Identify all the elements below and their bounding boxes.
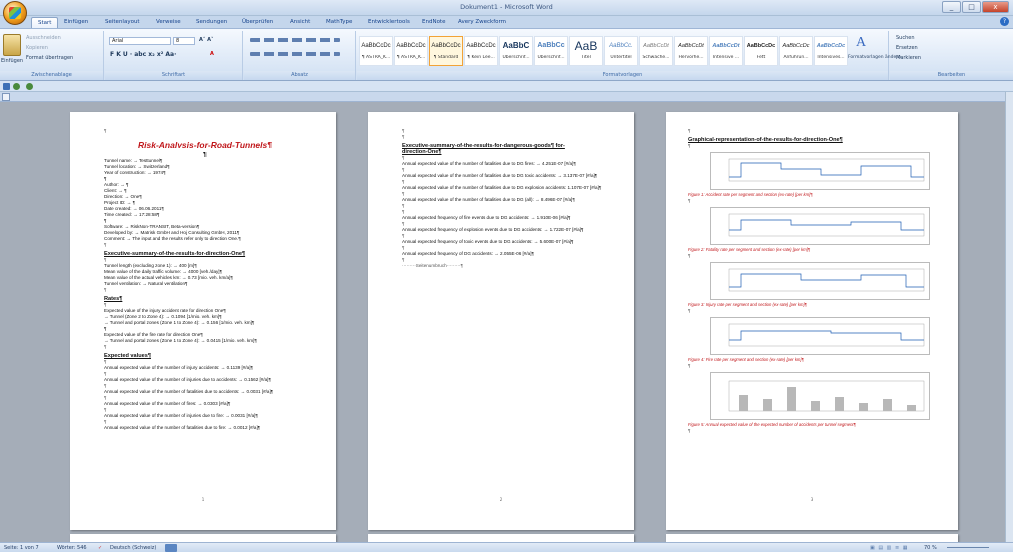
zoom-level[interactable]: 70 %	[924, 543, 937, 552]
page-number: 1	[201, 497, 205, 502]
style-item[interactable]: AaBbCc Überschrif...	[534, 36, 568, 66]
font-group-label: Schriftart	[105, 71, 242, 80]
dg-summary-heading: Executive-summary-of-the-results-for-dan…	[402, 143, 565, 155]
meta-lines: Tunnel name: → Testtunnel¶ Tunnel locatio…	[104, 158, 241, 241]
page-break-marker: ·········Seitenumbruch·········¶	[402, 263, 463, 268]
page-number: 3	[810, 497, 814, 502]
quick-access-toolbar	[0, 81, 1013, 92]
maximize-button[interactable]: □	[962, 1, 981, 13]
tab-entwicklertools[interactable]: Entwicklertools	[362, 17, 416, 28]
style-item[interactable]: AaB Titel	[569, 36, 603, 66]
clipboard-group: Einfügen Ausschneiden Kopieren Format üb…	[0, 31, 104, 80]
document-page-1[interactable]: ¶ Risk-Analysis-for-Road-Tunnels¶ ¶ Tunn…	[70, 112, 336, 530]
zoom-slider[interactable]	[947, 547, 989, 548]
vertical-scrollbar[interactable]	[1005, 92, 1013, 542]
window-title: Dokument1 - Microsoft Word	[460, 3, 553, 11]
figure-3-chart	[710, 262, 930, 300]
alignment-buttons[interactable]	[250, 52, 340, 56]
select-button[interactable]: Markieren	[896, 55, 921, 61]
ruler-toggle-button[interactable]	[2, 93, 10, 101]
paste-icon[interactable]	[3, 34, 21, 56]
word-count-status[interactable]: Wörter: 546	[57, 543, 87, 552]
document-page-2[interactable]: ¶ ¶ Executive-summary-of-the-results-for-…	[368, 112, 634, 530]
style-item[interactable]: AaBbCcDc ¶ ASTRA_K...	[359, 36, 393, 66]
style-item[interactable]: AaBbCc. Untertitel	[604, 36, 638, 66]
minimize-button[interactable]: _	[942, 1, 961, 13]
save-icon[interactable]	[3, 83, 10, 90]
font-family-select[interactable]: Arial	[109, 37, 171, 45]
styles-group-label: Formatvorlagen	[357, 71, 888, 80]
title-bar: Dokument1 - Microsoft Word _ □ x	[0, 0, 1013, 16]
tab-verweise[interactable]: Verweise	[150, 17, 187, 28]
close-button[interactable]: x	[982, 1, 1009, 13]
spellcheck-icon[interactable]: ✓	[98, 543, 102, 552]
undo-icon[interactable]	[13, 83, 20, 90]
font-format-buttons[interactable]: F K U · abc x₂ x² Aa·	[110, 51, 176, 58]
copy-button[interactable]: Kopieren	[26, 45, 48, 51]
expected-values-lines: Annual expected value of the number of i…	[104, 365, 274, 430]
page-number: 2	[499, 497, 503, 502]
font-group: Arial 8 A˄ A˅ F K U · abc x₂ x² Aa· A Sc…	[105, 31, 243, 80]
tab-ansicht[interactable]: Ansicht	[284, 17, 316, 28]
style-item[interactable]: AaBbCcDt Hervorhe...	[674, 36, 708, 66]
summary-lines: Tunnel length (excluding zone 1): → 400 …	[104, 263, 233, 286]
editing-group-label: Bearbeiten	[890, 71, 1013, 80]
office-button[interactable]	[3, 1, 27, 25]
paragraph-group: Absatz	[244, 31, 356, 80]
tab-seitenlayout[interactable]: Seitenlayout	[99, 17, 146, 28]
style-item[interactable]: AaBbCcDc Anführun...	[779, 36, 813, 66]
styles-group: AaBbCcDc ¶ ASTRA_K... AaBbCcDc ¶ ASTRA_K..…	[357, 31, 901, 80]
document-workspace: ¶ Risk-Analysis-for-Road-Tunnels¶ ¶ Tunn…	[0, 102, 1005, 546]
paste-button[interactable]: Einfügen	[1, 58, 23, 64]
view-mode-buttons[interactable]: ▣ ▤ ▥ ≡ ▦	[870, 543, 908, 552]
tab-start[interactable]: Start	[31, 17, 59, 28]
tab-einfuegen[interactable]: Einfügen	[58, 17, 94, 28]
ribbon-tabs: Start Einfügen Seitenlayout Verweise Sen…	[0, 16, 1013, 28]
help-icon[interactable]: ?	[1000, 17, 1009, 26]
font-grow-shrink-buttons[interactable]: A˄ A˅	[199, 37, 213, 43]
style-item[interactable]: AaBbCcDt Intensive ...	[709, 36, 743, 66]
style-item[interactable]: AaBbCcDc ¶ Kein Lee...	[464, 36, 498, 66]
language-status[interactable]: Deutsch (Schweiz)	[110, 543, 156, 552]
style-item[interactable]: AaBbC Überschrif...	[499, 36, 533, 66]
tab-avery-zweckform[interactable]: Avery Zweckform	[452, 17, 512, 28]
list-buttons[interactable]	[250, 38, 340, 42]
change-styles-icon[interactable]: A	[856, 35, 866, 51]
ruler-bar	[0, 92, 1013, 102]
office-logo-icon	[9, 7, 21, 19]
figure-5-chart	[710, 372, 930, 420]
document-title: Risk-Analysis-for-Road-Tunnels¶	[138, 142, 272, 148]
document-page-3[interactable]: ¶ Graphical-representation-of-the-result…	[666, 112, 958, 530]
paragraph-group-label: Absatz	[244, 71, 355, 80]
dg-lines: Annual expected value of the number of f…	[402, 161, 602, 262]
editing-group: Suchen Ersetzen Markieren Bearbeiten	[890, 31, 1013, 80]
ribbon: Einfügen Ausschneiden Kopieren Format üb…	[0, 28, 1013, 81]
style-item[interactable]: AaBbCcDc Fett	[744, 36, 778, 66]
font-size-select[interactable]: 8	[173, 37, 195, 45]
figure-1-chart	[710, 152, 930, 190]
tab-sendungen[interactable]: Sendungen	[190, 17, 233, 28]
status-bar: Seite: 1 von 7 Wörter: 546 ✓ Deutsch (Sc…	[0, 542, 1013, 552]
style-item[interactable]: AaBbCcDc Intensives...	[814, 36, 848, 66]
style-item[interactable]: AaBbCcDc ¶ ASTRA_K...	[394, 36, 428, 66]
clipboard-group-label: Zwischenablage	[0, 71, 103, 80]
tab-endnote[interactable]: EndNote	[416, 17, 451, 28]
styles-gallery: AaBbCcDc ¶ ASTRA_K... AaBbCcDc ¶ ASTRA_K..…	[359, 36, 848, 66]
style-item[interactable]: AaBbCcDt Schwache...	[639, 36, 673, 66]
page-count-status[interactable]: Seite: 1 von 7	[4, 543, 39, 552]
style-item-selected[interactable]: AaBbCcDc ¶ Standard	[429, 36, 463, 66]
redo-icon[interactable]	[26, 83, 33, 90]
figure-4-chart	[710, 317, 930, 355]
tab-ueberpruefen[interactable]: Überprüfen	[236, 17, 279, 28]
format-painter-button[interactable]: Format übertragen	[26, 55, 73, 61]
replace-button[interactable]: Ersetzen	[896, 45, 918, 51]
rates-lines: Expected value of the injury accident ra…	[104, 308, 257, 343]
find-button[interactable]: Suchen	[896, 35, 915, 41]
tab-mathtype[interactable]: MathType	[320, 17, 358, 28]
figure-2-chart	[710, 207, 930, 245]
macro-record-icon[interactable]	[165, 544, 177, 552]
cut-button[interactable]: Ausschneiden	[26, 35, 61, 41]
font-color-button[interactable]: A	[210, 51, 214, 57]
